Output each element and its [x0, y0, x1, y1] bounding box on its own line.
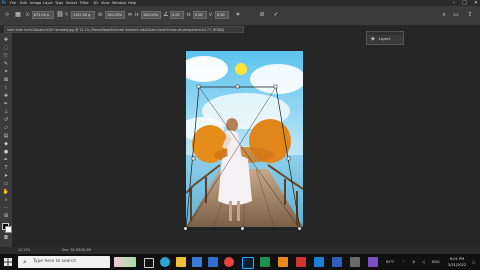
search-icon[interactable]: ⌕: [440, 11, 448, 19]
healing-brush-tool-icon[interactable]: ✚: [2, 93, 10, 99]
h-value: 100.00%: [143, 13, 159, 17]
taskbar-search-placeholder: Type here to search: [33, 259, 77, 264]
h-field[interactable]: 100.00%: [141, 11, 161, 19]
quick-mask-icon[interactable]: ◘: [2, 235, 10, 241]
network-icon[interactable]: ◔: [412, 254, 415, 270]
vscode-icon[interactable]: [314, 257, 324, 267]
layers-panel[interactable]: ◈ Layers: [366, 31, 404, 45]
warp-mode-icon[interactable]: ⌗: [234, 11, 242, 19]
hand-tool-icon[interactable]: ✋: [2, 189, 10, 195]
dodge-tool-icon[interactable]: ●: [2, 149, 10, 155]
document-tab[interactable]: loert slide fun%20today%20f remotely.jpg…: [4, 26, 244, 33]
language-icon[interactable]: ENG: [432, 254, 440, 270]
app-icon-purple[interactable]: [368, 257, 378, 267]
eyedropper-tool-icon[interactable]: ⌇: [2, 85, 10, 91]
h-skew-value: 0.00: [195, 13, 203, 17]
layers-panel-label: Layers: [379, 37, 391, 41]
lasso-tool-icon[interactable]: ➰: [2, 53, 10, 59]
x-value: 672.00 p: [34, 13, 50, 17]
store-icon[interactable]: [192, 257, 202, 267]
link-icon[interactable]: ⛓: [56, 11, 64, 19]
taskbar: ⌕ Type here to search 63°F ⌃ ◔ ◁ ENG 9:0…: [0, 254, 480, 270]
share-icon[interactable]: ⇪: [466, 11, 474, 19]
weather-text[interactable]: 63°F: [386, 254, 394, 270]
v-skew-value: 0.00: [217, 13, 225, 17]
y-value: 1167.00 p: [73, 13, 91, 17]
x-field[interactable]: 672.00 p: [32, 11, 54, 19]
h-skew-label: H:: [187, 12, 192, 17]
y-label: Y:: [65, 12, 69, 17]
eraser-tool-icon[interactable]: ▱: [2, 125, 10, 131]
zoom-level[interactable]: 12.13%: [18, 247, 30, 254]
edit-toolbar-icon[interactable]: ⊞: [2, 213, 10, 219]
move-tool-icon[interactable]: ✥: [2, 37, 10, 43]
file-explorer-icon[interactable]: [176, 257, 186, 267]
frame-tool-icon[interactable]: ⊠: [2, 77, 10, 83]
flowers-thumbnail-icon[interactable]: [114, 257, 136, 267]
app-icon-blue[interactable]: [332, 257, 342, 267]
layers-panel-header[interactable]: [367, 32, 403, 35]
search-icon: ⌕: [23, 258, 27, 266]
options-bar: ⊹ ▦ X: 672.00 p ⛓ Y: 1167.00 p W: 100.00…: [0, 6, 480, 26]
clock-date: 3/31/2022: [447, 263, 467, 267]
task-view-icon[interactable]: [144, 258, 154, 268]
layers-icon: ◈: [371, 36, 375, 42]
blur-tool-icon[interactable]: ◆: [2, 141, 10, 147]
chrome-icon[interactable]: [224, 257, 234, 267]
w-field[interactable]: 100.00%: [105, 11, 125, 19]
history-brush-tool-icon[interactable]: ↺: [2, 117, 10, 123]
h-label: H:: [135, 12, 140, 17]
w-label: W:: [98, 12, 104, 17]
pen-tool-icon[interactable]: ✒: [2, 157, 10, 163]
crop-tool-icon[interactable]: ⌗: [2, 69, 10, 75]
app-icon-green[interactable]: [260, 257, 270, 267]
status-bar: 12.13% Doc: 36.3M/36.3M: [0, 247, 480, 254]
background-color-swatch[interactable]: [5, 226, 12, 233]
angle-icon: ∠: [163, 11, 169, 18]
taskbar-search-box[interactable]: ⌕ Type here to search: [18, 256, 110, 268]
app-icon-orange[interactable]: [278, 257, 288, 267]
gradient-tool-icon[interactable]: ▤: [2, 133, 10, 139]
angle-field[interactable]: 0.00: [170, 11, 184, 19]
rectangle-tool-icon[interactable]: ▭: [2, 181, 10, 187]
quick-select-tool-icon[interactable]: ✎: [2, 61, 10, 67]
app-icon-gray[interactable]: [350, 257, 360, 267]
photoshop-taskbar-icon[interactable]: [242, 257, 254, 269]
zoom-tool-icon[interactable]: ⌕: [2, 197, 10, 203]
v-skew-label: V:: [209, 12, 213, 17]
y-field[interactable]: 1167.00 p: [71, 11, 95, 19]
constrain-proportions-icon[interactable]: ∞: [126, 11, 134, 19]
notification-icon[interactable]: ▢: [472, 254, 475, 270]
x-label: X:: [26, 12, 31, 17]
edge-icon[interactable]: [160, 257, 170, 267]
system-clock[interactable]: 9:01 PM 3/31/2022: [444, 256, 470, 268]
transform-tool-icon[interactable]: ⊹: [3, 11, 11, 19]
app-icon-red[interactable]: [296, 257, 306, 267]
volume-icon[interactable]: ◁: [422, 254, 425, 270]
tray-up-arrow-icon[interactable]: ⌃: [402, 254, 405, 270]
mail-icon[interactable]: [208, 257, 218, 267]
photo-illustration: [186, 51, 303, 227]
clone-stamp-tool-icon[interactable]: ⊥: [2, 109, 10, 115]
document-image[interactable]: [186, 51, 303, 227]
path-select-tool-icon[interactable]: ➤: [2, 173, 10, 179]
brush-tool-icon[interactable]: ✏: [2, 101, 10, 107]
more-tools-icon[interactable]: ⋯: [2, 205, 10, 211]
w-value: 100.00%: [107, 13, 123, 17]
v-skew-field[interactable]: 0.00: [215, 11, 229, 19]
type-tool-icon[interactable]: T: [2, 165, 10, 171]
angle-value: 0.00: [172, 13, 180, 17]
reference-point-icon[interactable]: ▦: [14, 11, 22, 19]
marquee-tool-icon[interactable]: ⬚: [2, 45, 10, 51]
commit-transform-icon[interactable]: ✓: [272, 11, 280, 19]
document-info[interactable]: Doc: 36.3M/36.3M: [62, 247, 91, 254]
tools-panel: ✥ ⬚ ➰ ✎ ⌗ ⊠ ⌇ ✚ ✏ ⊥ ↺ ▱ ▤ ◆ ● ✒ T ➤ ▭ ✋ …: [0, 33, 12, 249]
workspace-icon[interactable]: ▭: [452, 11, 460, 19]
windows-start-icon[interactable]: [4, 258, 12, 266]
h-skew-field[interactable]: 0.00: [193, 11, 207, 19]
cancel-transform-icon[interactable]: ⊘: [258, 11, 266, 19]
